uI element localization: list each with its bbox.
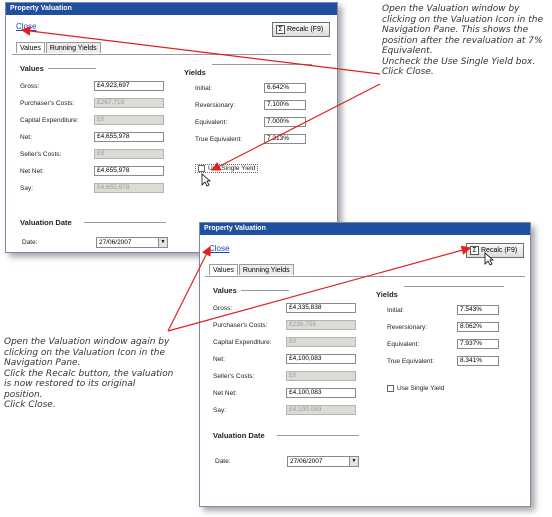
arrow-to-recalc: [167, 245, 472, 332]
mouse-pointer-icon: [484, 252, 494, 266]
arrow-to-close-2: [167, 245, 211, 332]
callout-arrows: [20, 26, 472, 332]
arrow-to-single-yield: [210, 83, 381, 171]
arrow-to-close: [20, 26, 381, 75]
mouse-pointer-icon: [201, 173, 211, 187]
